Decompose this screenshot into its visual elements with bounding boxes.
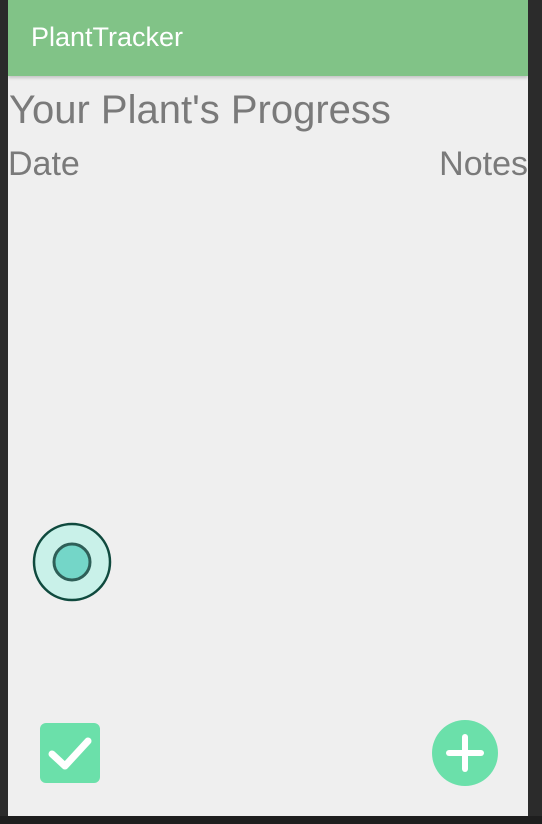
column-header-notes: Notes [439, 145, 528, 183]
checkbox[interactable] [40, 723, 100, 783]
add-icon [446, 734, 484, 772]
progress-list [8, 190, 528, 690]
add-entry-button[interactable] [432, 720, 498, 786]
app-title: PlantTracker [31, 22, 184, 52]
screen-edge-right [528, 0, 542, 824]
radio-button[interactable] [32, 522, 112, 602]
column-header-date: Date [8, 145, 80, 183]
app-screen: PlantTracker Your Plant's Progress Date … [8, 0, 528, 816]
page-title: Your Plant's Progress [9, 88, 391, 132]
radio-button-icon [32, 522, 112, 602]
screen-edge-bottom [0, 816, 542, 824]
app-bar: PlantTracker [8, 0, 528, 76]
checkbox-checked-icon [48, 737, 92, 770]
